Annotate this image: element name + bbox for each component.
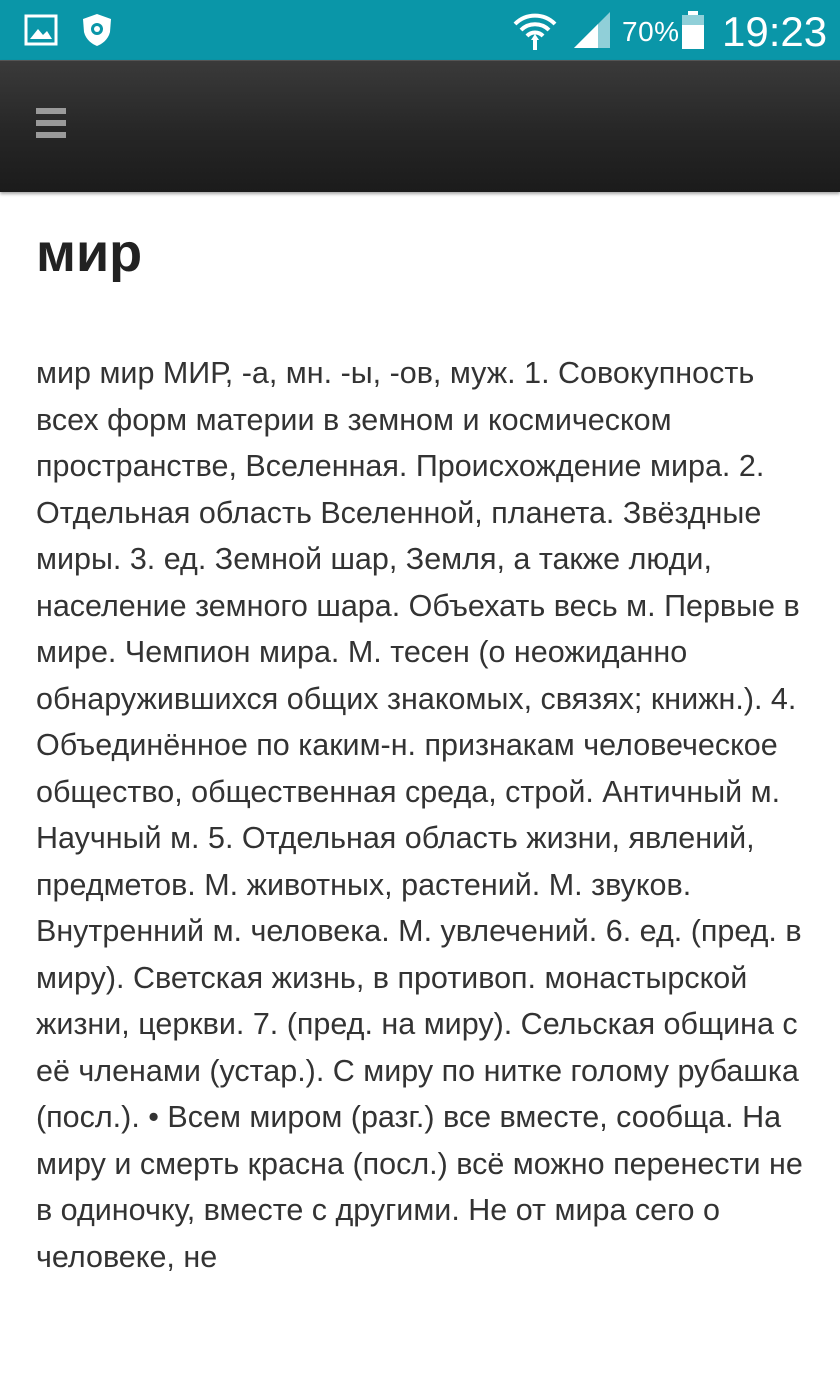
status-bar: 70% 19:23 bbox=[0, 0, 840, 60]
page-title: мир bbox=[36, 223, 143, 283]
signal-icon bbox=[574, 12, 610, 48]
gallery-icon bbox=[24, 14, 58, 46]
definition-text: мир мир МИР, -а, мн. -ы, -ов, муж. 1. Со… bbox=[36, 356, 803, 1274]
wifi-icon bbox=[513, 13, 557, 50]
battery-icon bbox=[682, 11, 704, 49]
hamburger-menu-icon[interactable] bbox=[36, 108, 66, 138]
battery-percent: 70% bbox=[622, 16, 680, 47]
shield-icon bbox=[83, 14, 111, 46]
app-bar bbox=[0, 60, 840, 192]
clock: 19:23 bbox=[722, 8, 828, 55]
